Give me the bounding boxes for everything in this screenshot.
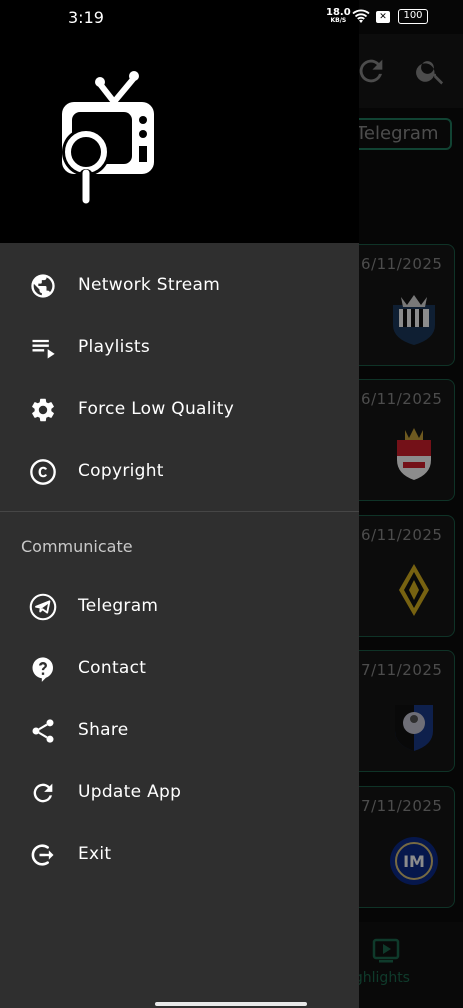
share-icon	[32, 719, 54, 743]
menu-item-telegram[interactable]: Telegram	[0, 579, 359, 635]
gear-icon	[32, 398, 54, 422]
menu-item-label: Exit	[78, 844, 112, 864]
menu-item-force-low-quality[interactable]: Force Low Quality	[0, 382, 359, 438]
drawer-header	[0, 0, 359, 243]
menu-item-label: Telegram	[78, 596, 159, 616]
exit-icon	[31, 844, 54, 866]
menu-item-update-app[interactable]: Update App	[0, 765, 359, 821]
status-bar: 3:19 18.0 KB/S ✕ 100	[0, 0, 463, 34]
menu-item-label: Contact	[78, 658, 147, 678]
menu-item-label: Copyright	[78, 461, 164, 481]
home-indicator[interactable]	[155, 1002, 307, 1006]
menu-item-network-stream[interactable]: Network Stream	[0, 258, 359, 314]
menu-item-label: Update App	[78, 782, 182, 802]
menu-item-copyright[interactable]: Copyright	[0, 444, 359, 500]
menu-item-label: Playlists	[78, 337, 150, 357]
copyright-icon	[30, 459, 56, 485]
menu-item-label: Network Stream	[78, 275, 221, 295]
telegram-icon	[29, 593, 57, 621]
help-bubble-icon	[32, 657, 54, 682]
playlist-icon	[32, 339, 55, 359]
menu-item-exit[interactable]: Exit	[0, 827, 359, 883]
navigation-drawer: Network Stream Playlists Force Low Quali…	[0, 0, 359, 1008]
network-speed-value: 18.0	[326, 7, 351, 18]
clock: 3:19	[68, 8, 104, 27]
wifi-icon	[352, 9, 370, 23]
sim-off-icon: ✕	[376, 11, 390, 23]
battery-indicator: 100	[398, 9, 428, 24]
tv-search-logo	[62, 71, 154, 208]
network-speed-unit: KB/S	[330, 17, 347, 24]
section-title-communicate: Communicate	[21, 537, 133, 556]
refresh-icon	[33, 783, 53, 803]
network-speed: 18.0 KB/S	[326, 7, 351, 25]
drawer-divider	[0, 511, 359, 512]
menu-item-label: Force Low Quality	[78, 399, 235, 419]
globe-icon	[31, 274, 55, 298]
menu-item-share[interactable]: Share	[0, 703, 359, 759]
menu-item-contact[interactable]: Contact	[0, 641, 359, 697]
menu-item-label: Share	[78, 720, 129, 740]
menu-item-playlists[interactable]: Playlists	[0, 320, 359, 376]
